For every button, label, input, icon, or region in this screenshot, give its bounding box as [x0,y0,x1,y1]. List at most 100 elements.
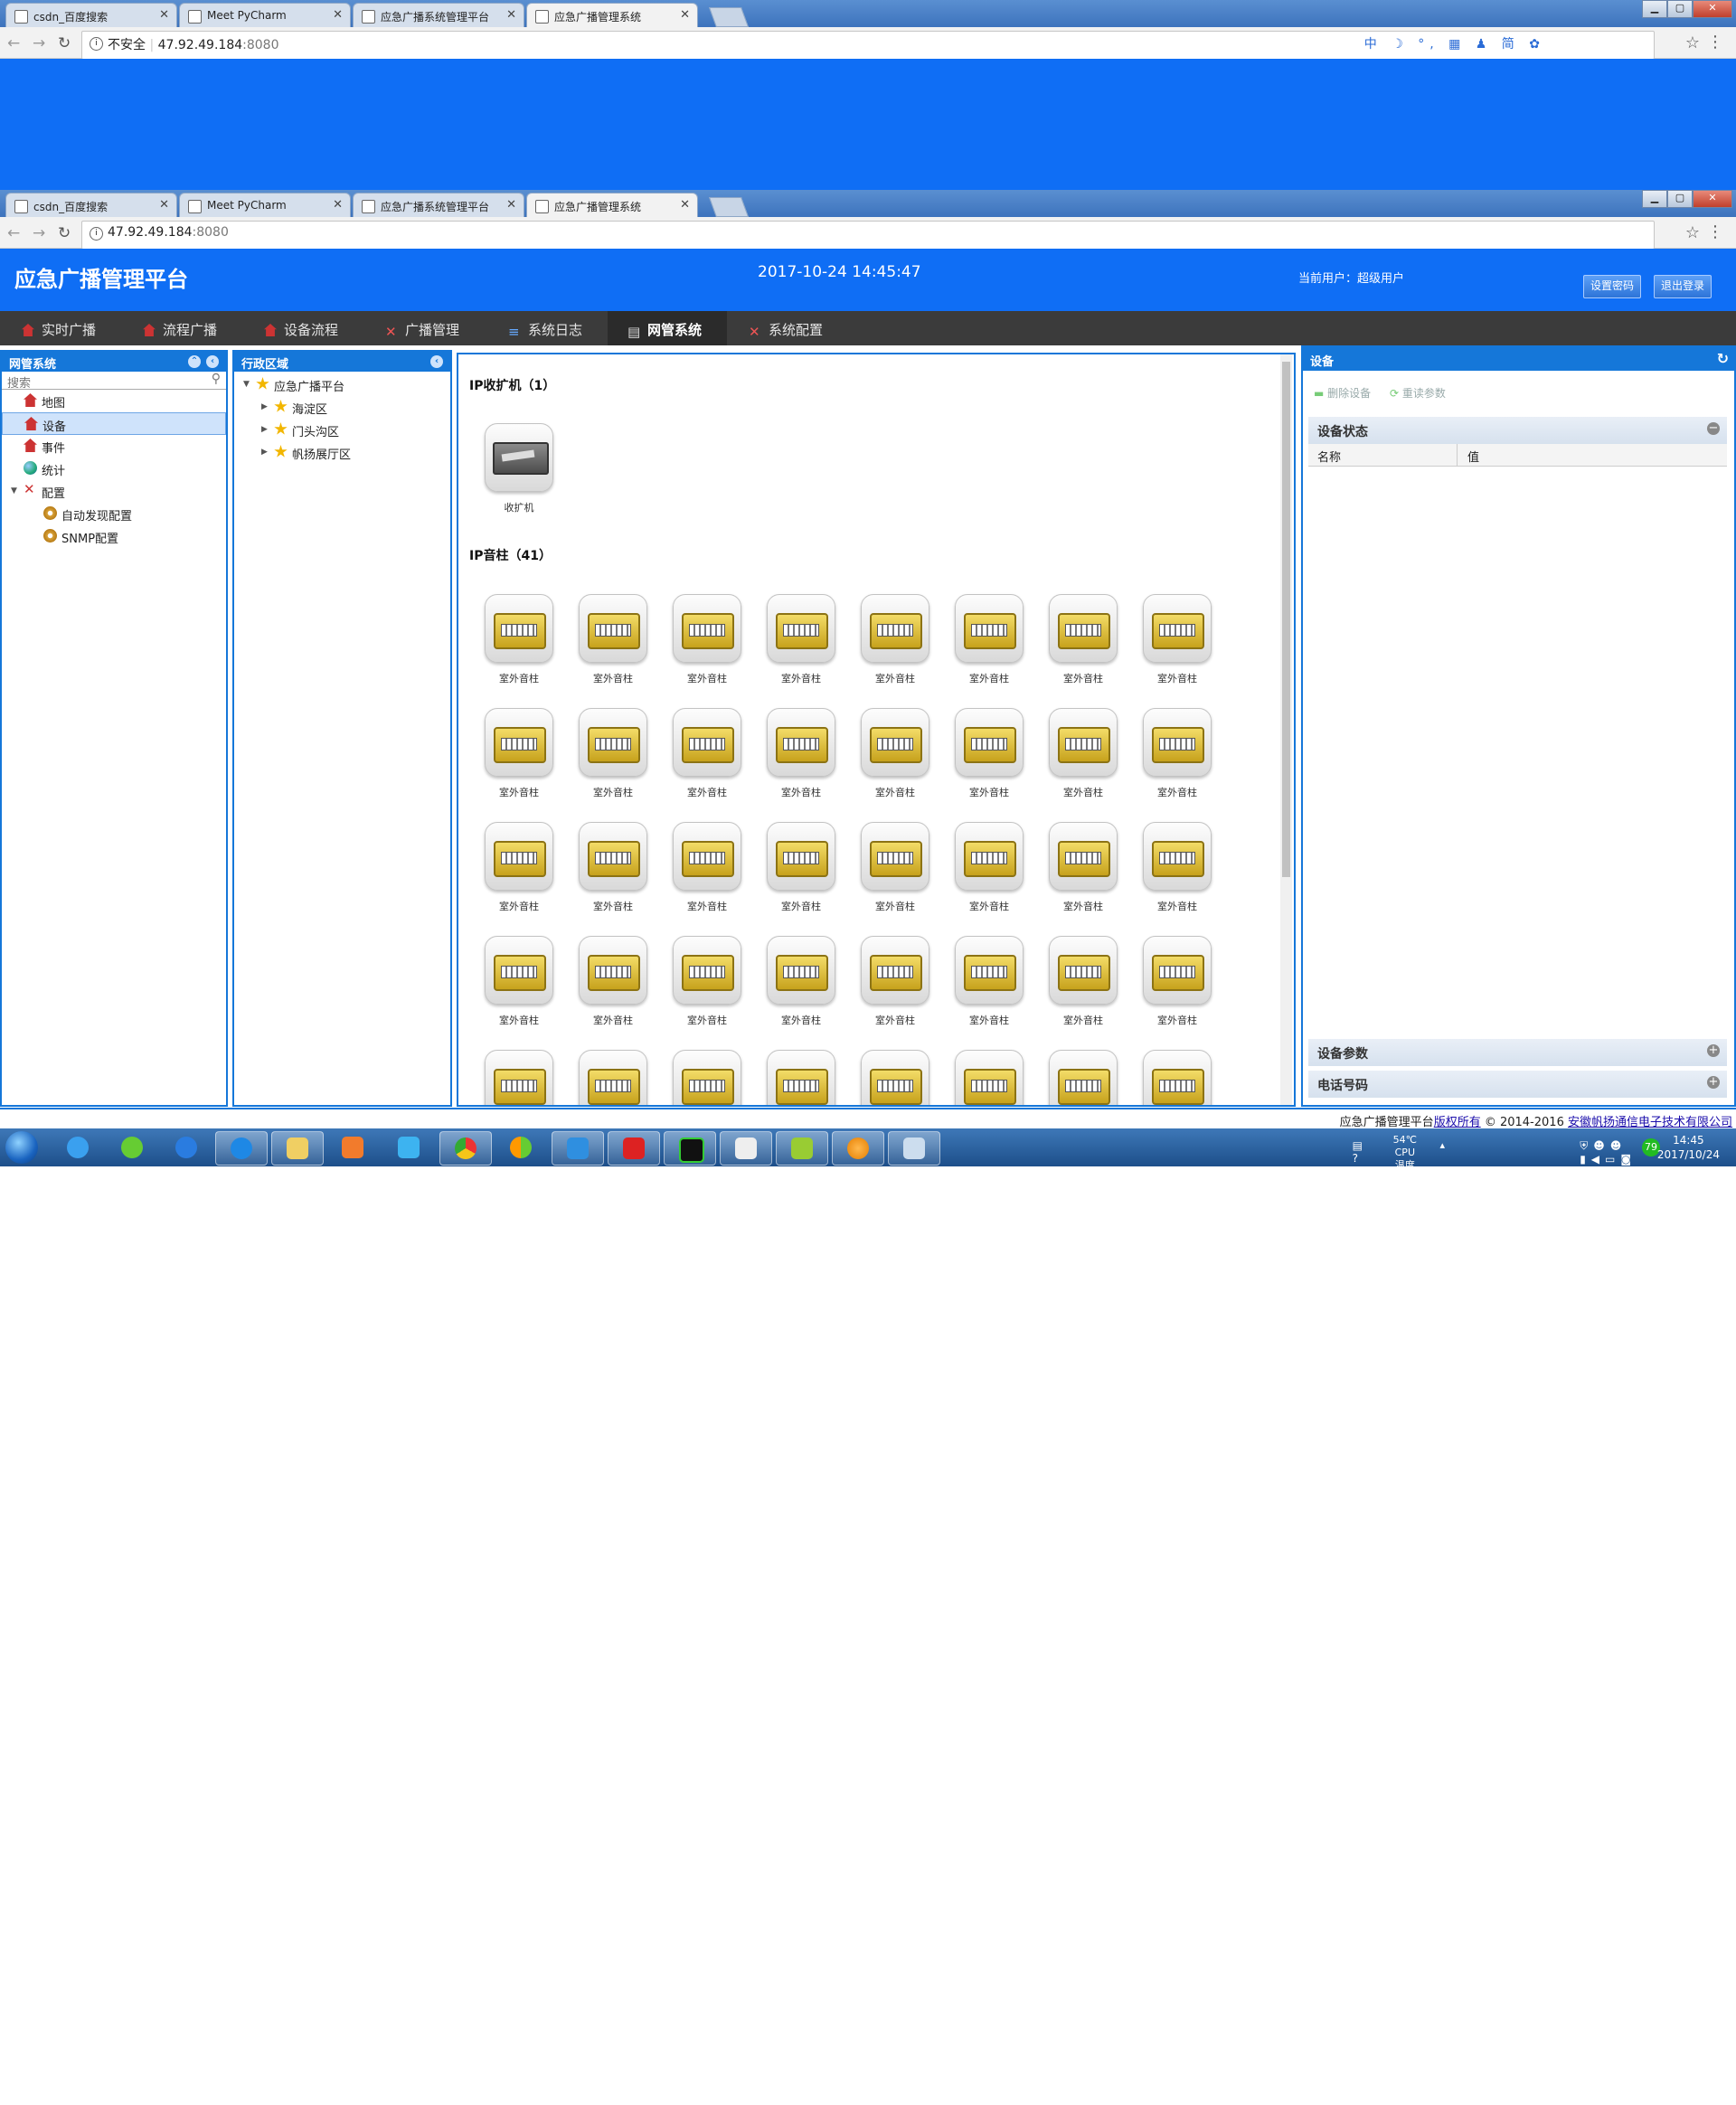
nav-broadcast-management[interactable]: ✕ 广播管理 [385,311,485,345]
tree-item-config[interactable]: ▼ ✕ 配置 [2,480,226,503]
reload-icon[interactable]: ↻ [58,34,71,52]
device-speaker[interactable]: 室外音柱 [948,822,1030,913]
device-speaker[interactable]: 室外音柱 [854,594,936,685]
contacts-icon[interactable] [552,1131,604,1166]
device-speaker[interactable]: 室外音柱 [948,708,1030,799]
nav-device-flow[interactable]: 设备流程 [264,311,363,345]
device-speaker[interactable]: 室外音柱 [1137,822,1218,913]
device-speaker[interactable]: 室外音柱 [1137,594,1218,685]
device-speaker[interactable]: 室外音柱 [854,708,936,799]
device-speaker[interactable]: 室外音柱 [948,594,1030,685]
device-speaker[interactable]: 室外音柱 [760,594,842,685]
device-receiver[interactable]: 收扩机 [478,423,560,514]
browser-360-icon[interactable] [495,1131,546,1164]
expand-icon[interactable]: + [1707,1076,1720,1089]
back-icon[interactable]: ← [7,224,20,242]
device-speaker[interactable]: 室外音柱 [572,936,654,1027]
collapsed-arrow-icon[interactable]: ▶ [261,402,268,411]
device-speaker[interactable]: 室外音柱 [572,822,654,913]
close-tab-icon[interactable]: ✕ [159,198,169,212]
collapse-icon[interactable]: − [1707,422,1720,435]
device-speaker[interactable]: 室外音柱 [572,594,654,685]
search-tool-icon[interactable] [832,1131,884,1166]
close-tab-icon[interactable]: ✕ [506,198,516,212]
device-speaker[interactable]: 室外音柱 [854,1050,936,1105]
browser-tab[interactable]: 应急广播系统管理平台 ✕ [353,193,524,217]
menu-icon[interactable]: ⋮ [1707,222,1723,241]
browser-tab[interactable]: csdn_百度搜索 ✕ [5,193,177,217]
collapse-up-icon[interactable]: ⌃ [188,355,201,368]
rights-link[interactable]: 版权所有 [1434,1116,1481,1129]
company-link[interactable]: 安徽帆扬通信电子技术有限公司 [1568,1116,1732,1129]
accordion-phone-numbers[interactable]: 电话号码 + [1308,1071,1727,1098]
delete-device-button[interactable]: ▬ 删除设备 [1314,385,1371,401]
tree-item-map[interactable]: 地图 [2,390,226,412]
device-speaker[interactable]: 室外音柱 [1137,936,1218,1027]
device-speaker[interactable]: 室外音柱 [948,1050,1030,1105]
minimize-icon[interactable]: ▁ [1642,190,1667,208]
new-tab-button[interactable] [708,7,750,27]
back-icon[interactable]: ← [7,34,20,52]
device-speaker[interactable]: 室外音柱 [760,1050,842,1105]
ie-icon[interactable] [52,1131,103,1164]
tree-item-statistics[interactable]: 统计 [2,458,226,480]
tree-search-input[interactable]: 搜索 ⚲ [2,372,226,391]
set-password-button[interactable]: 设置密码 [1583,275,1642,298]
pdf-icon[interactable] [608,1131,660,1166]
close-window-icon[interactable]: ✕ [1693,190,1732,208]
url-input[interactable]: i 47.92.49.184:8080 [81,221,1655,250]
notepad-icon[interactable] [776,1131,828,1166]
device-speaker[interactable]: 室外音柱 [948,936,1030,1027]
tree-item-event[interactable]: 事件 [2,435,226,458]
url-input[interactable]: i 不安全 | 47.92.49.184:8080 中 ☽ °, ▦ ♟ 简 ✿ [81,31,1655,60]
device-speaker[interactable]: 室外音柱 [666,594,748,685]
ie-blue-icon[interactable] [161,1131,212,1164]
device-speaker[interactable]: 室外音柱 [1043,708,1124,799]
search-icon[interactable]: ⚲ [212,372,221,386]
logout-button[interactable]: 退出登录 [1654,275,1712,298]
menu-icon[interactable]: ⋮ [1707,33,1723,52]
feiyu-icon[interactable] [383,1131,434,1164]
device-speaker[interactable]: 室外音柱 [666,822,748,913]
360-icon[interactable] [107,1131,157,1164]
refresh-icon[interactable]: ↻ [1717,350,1729,367]
browser-tab[interactable]: Meet PyCharm ✕ [179,3,351,27]
bookmark-star-icon[interactable]: ☆ [1685,33,1700,52]
device-speaker[interactable]: 室外音柱 [478,822,560,913]
explorer-icon[interactable] [271,1131,324,1166]
maximize-icon[interactable]: ▢ [1667,190,1693,208]
region-item[interactable]: ▶ 门头沟区 [234,419,450,441]
ie-open-icon[interactable] [215,1131,268,1166]
close-window-icon[interactable]: ✕ [1693,0,1732,18]
device-speaker[interactable]: 室外音柱 [1043,936,1124,1027]
device-speaker[interactable]: 室外音柱 [854,936,936,1027]
device-speaker[interactable]: 室外音柱 [666,1050,748,1105]
device-speaker[interactable]: 室外音柱 [666,936,748,1027]
tree-item-auto-discovery[interactable]: 自动发现配置 [2,503,226,525]
tray-ime-icon[interactable]: ▤ ? ◡ [1353,1139,1363,1177]
accordion-device-status[interactable]: 设备状态 − [1308,417,1727,444]
region-item[interactable]: ▶ 帆扬展厅区 [234,441,450,464]
nav-system-config[interactable]: ✕ 系统配置 [749,311,848,345]
tree-item-snmp[interactable]: SNMP配置 [2,525,226,548]
device-speaker[interactable]: 室外音柱 [572,1050,654,1105]
tray-expand-icon[interactable]: ▴ [1439,1139,1445,1151]
device-speaker[interactable]: 室外音柱 [478,936,560,1027]
pycharm-icon[interactable] [664,1131,716,1166]
device-speaker[interactable]: 室外音柱 [760,936,842,1027]
close-tab-icon[interactable]: ✕ [680,8,690,22]
nav-network-management[interactable]: ▤ 网管系统 [608,311,727,345]
device-speaker[interactable]: 室外音柱 [1137,1050,1218,1105]
device-speaker[interactable]: 室外音柱 [1043,1050,1124,1105]
maximize-icon[interactable]: ▢ [1667,0,1693,18]
browser-tab[interactable]: csdn_百度搜索 ✕ [5,3,177,27]
java-icon[interactable] [720,1131,772,1166]
close-tab-icon[interactable]: ✕ [333,198,343,212]
device-speaker[interactable]: 室外音柱 [666,708,748,799]
system-clock[interactable]: 14:45 2017/10/24 [1657,1133,1720,1162]
tree-item-device[interactable]: 设备 [2,412,226,435]
close-tab-icon[interactable]: ✕ [159,8,169,22]
browser-tab-active[interactable]: 应急广播管理系统 ✕ [526,193,698,217]
nav-flow-broadcast[interactable]: 流程广播 [143,311,242,345]
start-button[interactable] [5,1131,38,1164]
